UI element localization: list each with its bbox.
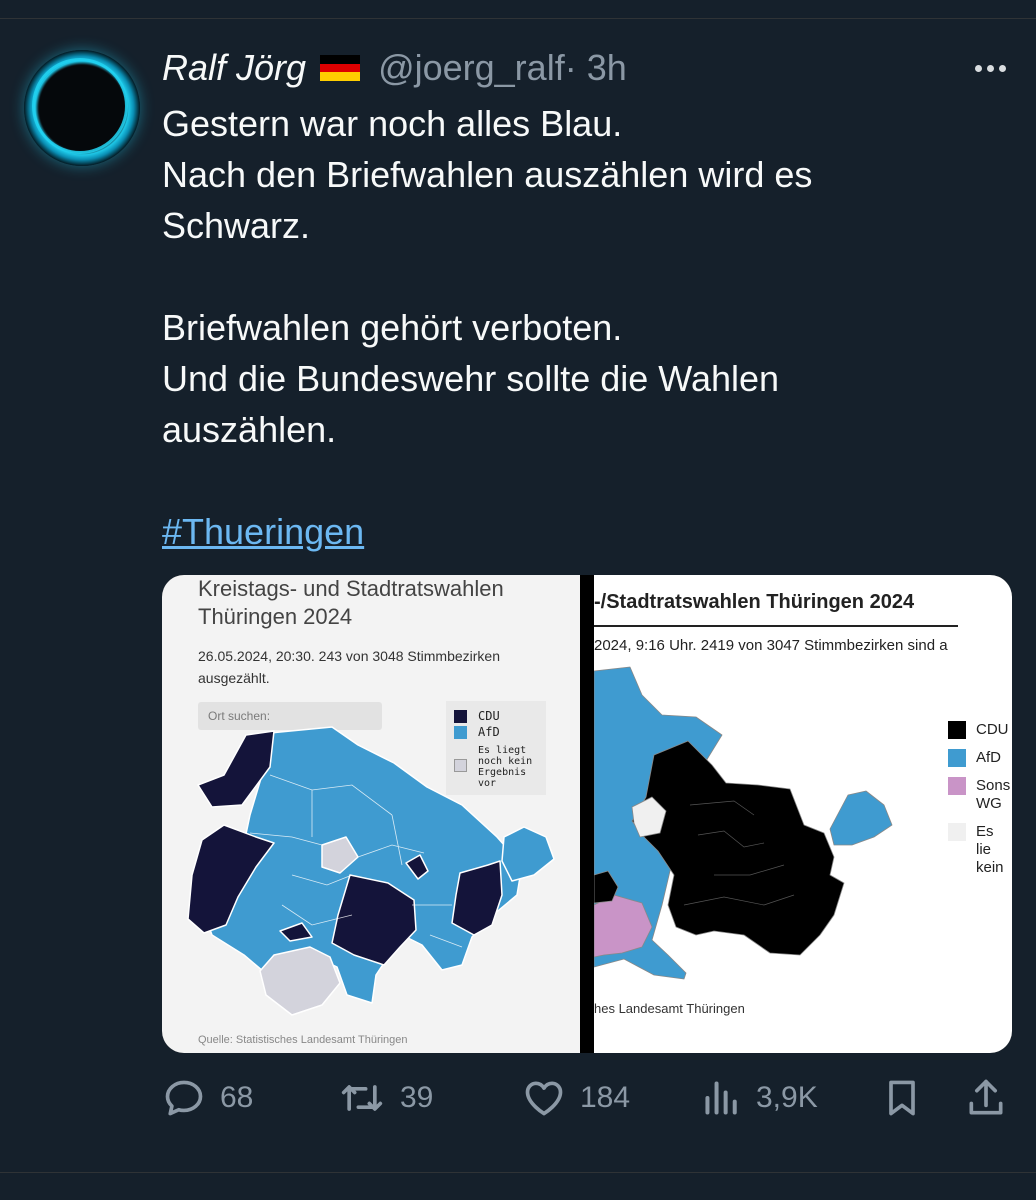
map-image-right[interactable]: -/Stadtratswahlen Thüringen 2024 2024, 9… xyxy=(594,575,1012,1053)
tweet-header: Ralf Jörg @joerg_ralf · 3h xyxy=(162,46,627,90)
views-chart-icon xyxy=(705,1081,737,1115)
share-button[interactable] xyxy=(964,1074,1008,1122)
bookmark-icon xyxy=(889,1080,915,1116)
like-button[interactable]: 184 xyxy=(522,1074,630,1122)
bottom-divider xyxy=(0,1172,1036,1173)
legend-label-cdu: CDU xyxy=(976,721,1009,738)
bookmark-button[interactable] xyxy=(880,1074,924,1122)
top-divider xyxy=(0,18,1036,19)
reply-button[interactable]: 68 xyxy=(162,1074,253,1122)
legend-swatch-other xyxy=(948,777,966,795)
legend-swatch-afd xyxy=(948,749,966,767)
legend-label-none: Es lie kein xyxy=(976,823,1004,876)
legend-label-afd: AfD xyxy=(976,749,1002,766)
heart-icon xyxy=(525,1081,563,1116)
author-handle[interactable]: @joerg_ralf xyxy=(378,47,565,89)
like-count: 184 xyxy=(580,1081,631,1114)
retweet-count: 39 xyxy=(400,1081,434,1114)
tweet-line: Briefwahlen gehört verboten. xyxy=(162,307,623,348)
legend-label-other: Sons WG xyxy=(976,777,1011,812)
legend-swatch-none xyxy=(948,823,966,841)
author-name[interactable]: Ralf Jörg xyxy=(162,47,306,89)
tweet-line: auszählen. xyxy=(162,409,337,450)
retweet-icon xyxy=(341,1085,383,1111)
tweet-line: Und die Bundeswehr sollte die Wahlen xyxy=(162,358,780,399)
tweet-line: Gestern war noch alles Blau. xyxy=(162,103,623,144)
tweet-media[interactable]: Kreistags- und Stadtratswahlen Thüringen… xyxy=(162,575,1012,1053)
map2-thuringia xyxy=(594,666,893,980)
map-image-left[interactable]: Kreistags- und Stadtratswahlen Thüringen… xyxy=(162,575,580,1053)
avatar-ring xyxy=(32,58,128,154)
map1-thuringia xyxy=(187,726,555,1016)
tweet-line: Nach den Briefwahlen auszählen wird es xyxy=(162,154,813,195)
tweet-text: Gestern war noch alles Blau. Nach den Br… xyxy=(162,98,1002,557)
media-separator xyxy=(580,575,594,1053)
tweet-line: Schwarz. xyxy=(162,205,311,246)
views-button[interactable]: 3,9K xyxy=(702,1074,818,1122)
reply-icon xyxy=(165,1080,203,1116)
map2-source: hes Landesamt Thüringen xyxy=(594,1001,745,1016)
avatar[interactable] xyxy=(24,50,140,166)
retweet-button[interactable]: 39 xyxy=(338,1074,433,1122)
map1-source: Quelle: Statistisches Landesamt Thüringe… xyxy=(198,1034,408,1046)
tweet-time[interactable]: · 3h xyxy=(565,47,627,89)
legend-swatch-cdu xyxy=(948,721,966,739)
reply-count: 68 xyxy=(220,1081,254,1114)
action-bar: 68 39 184 3,9K xyxy=(162,1074,1012,1122)
views-count: 3,9K xyxy=(756,1081,818,1114)
hashtag-link[interactable]: #Thueringen xyxy=(162,511,364,552)
germany-flag-icon xyxy=(320,55,361,81)
more-options-icon[interactable] xyxy=(968,50,1012,86)
share-icon xyxy=(969,1079,1003,1115)
